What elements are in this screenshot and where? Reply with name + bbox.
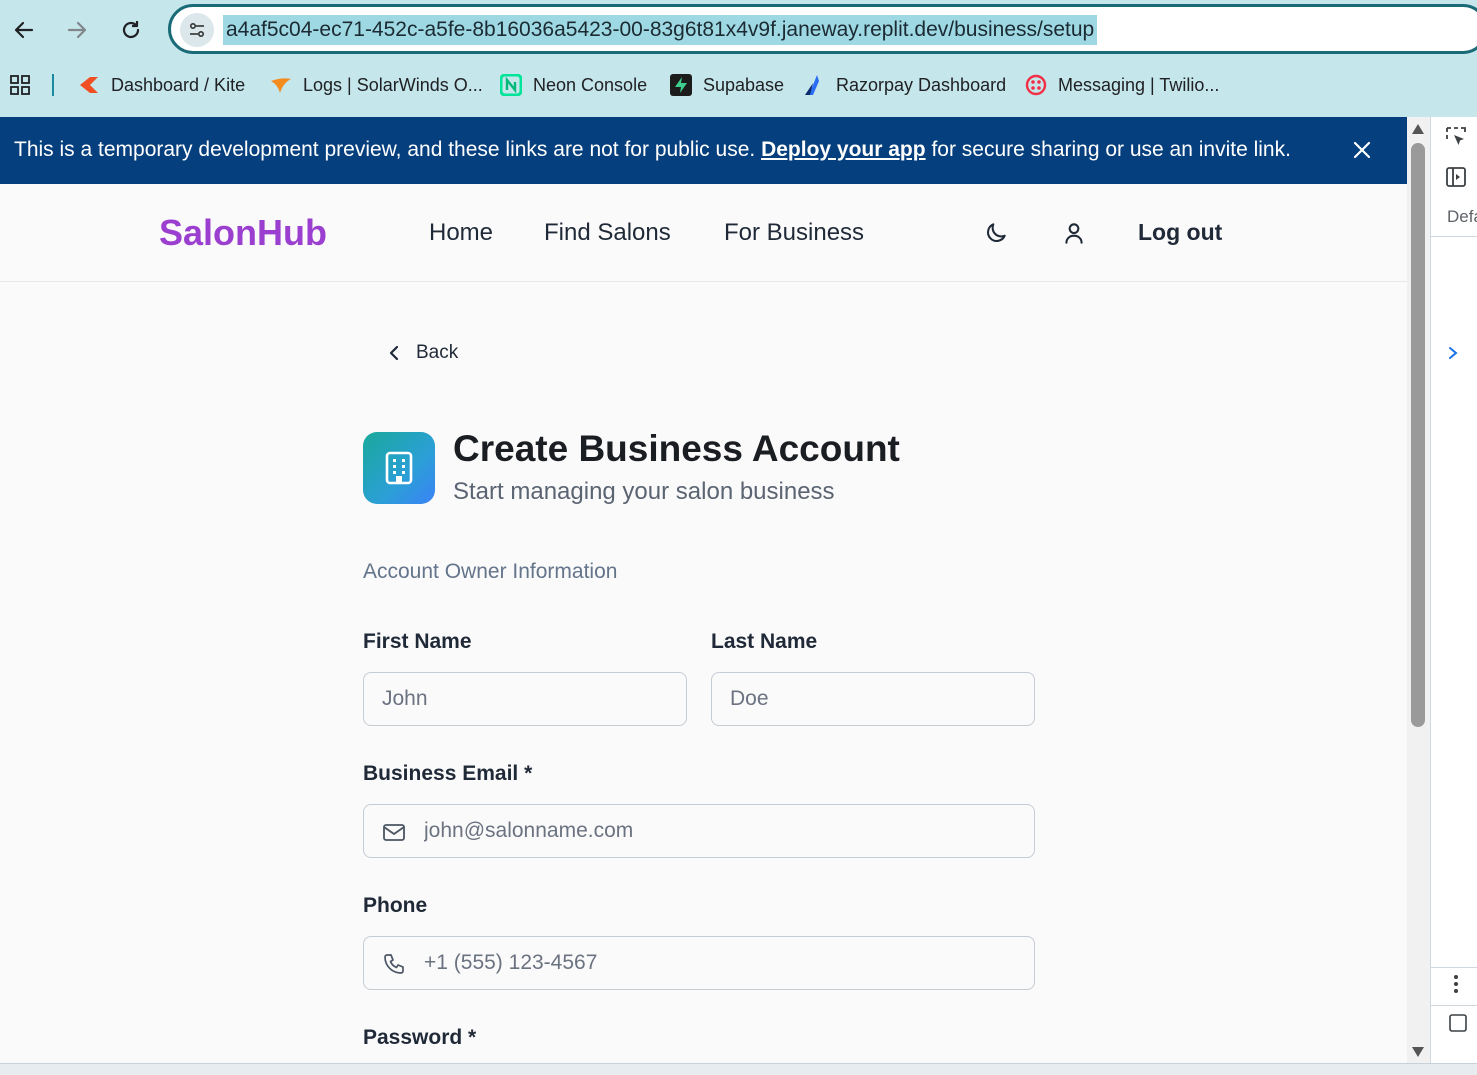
chevron-right-icon[interactable] bbox=[1446, 343, 1470, 367]
devtools-divider bbox=[1431, 236, 1477, 237]
more-options-icon[interactable] bbox=[1444, 972, 1468, 996]
phone-field[interactable] bbox=[363, 936, 1035, 990]
scrollbar-thumb[interactable] bbox=[1411, 143, 1425, 727]
devtools-panel: Defa bbox=[1430, 117, 1477, 1063]
neon-icon bbox=[500, 74, 522, 96]
supabase-icon bbox=[670, 74, 692, 96]
reload-icon[interactable] bbox=[111, 10, 151, 50]
bookmarks-bar: Dashboard / Kite Logs | SolarWinds O... … bbox=[0, 62, 1477, 108]
email-field[interactable] bbox=[363, 804, 1035, 858]
email-input[interactable] bbox=[424, 805, 1024, 857]
scroll-up-arrow-icon[interactable] bbox=[1412, 124, 1424, 134]
site-info-icon[interactable] bbox=[180, 13, 214, 47]
page-scrollbar[interactable] bbox=[1407, 117, 1430, 1063]
apps-grid-icon[interactable] bbox=[9, 72, 31, 98]
section-title: Account Owner Information bbox=[363, 560, 618, 583]
bookmark-kite[interactable]: Dashboard / Kite bbox=[78, 72, 245, 98]
first-name-field[interactable] bbox=[363, 672, 687, 726]
back-arrow-icon[interactable] bbox=[4, 10, 44, 50]
page-subtitle: Start managing your salon business bbox=[453, 478, 835, 505]
kite-icon bbox=[78, 74, 100, 96]
chevron-left-icon bbox=[389, 345, 399, 361]
devtools-divider-bottom bbox=[1431, 1005, 1477, 1006]
mail-icon bbox=[382, 820, 406, 844]
moon-icon[interactable] bbox=[983, 220, 1009, 246]
forward-arrow-icon[interactable] bbox=[57, 10, 97, 50]
first-name-label: First Name bbox=[363, 630, 472, 653]
devtools-divider-lower bbox=[1431, 967, 1477, 968]
bookmark-supabase[interactable]: Supabase bbox=[670, 72, 784, 98]
banner-text: This is a temporary development preview,… bbox=[14, 138, 1291, 161]
url-text[interactable]: a4af5c04-ec71-452c-a5fe-8b16036a5423-00-… bbox=[223, 15, 1098, 45]
bookmark-twilio[interactable]: Messaging | Twilio... bbox=[1025, 72, 1219, 98]
salonhub-logo[interactable]: SalonHub bbox=[159, 212, 327, 254]
nav-home[interactable]: Home bbox=[429, 219, 493, 247]
scroll-down-arrow-icon[interactable] bbox=[1412, 1047, 1424, 1057]
devtools-panel-label: Defa bbox=[1447, 207, 1477, 226]
solarwinds-icon bbox=[270, 74, 292, 96]
phone-input[interactable] bbox=[424, 937, 1024, 989]
bookmarks-separator bbox=[52, 74, 54, 96]
address-bar[interactable]: a4af5c04-ec71-452c-a5fe-8b16036a5423-00-… bbox=[168, 4, 1477, 54]
last-name-field[interactable] bbox=[711, 672, 1035, 726]
bookmark-solarwinds[interactable]: Logs | SolarWinds O... bbox=[270, 72, 483, 98]
bookmark-razorpay[interactable]: Razorpay Dashboard bbox=[803, 72, 1006, 98]
email-label: Business Email * bbox=[363, 762, 533, 785]
nav-find-salons[interactable]: Find Salons bbox=[544, 219, 671, 247]
toggle-panel-icon[interactable] bbox=[1444, 165, 1468, 189]
logout-button[interactable]: Log out bbox=[1138, 219, 1222, 246]
inspect-element-icon[interactable] bbox=[1444, 125, 1468, 149]
page-title: Create Business Account bbox=[453, 428, 900, 469]
phone-icon bbox=[382, 952, 406, 976]
password-label: Password * bbox=[363, 1026, 477, 1049]
back-button[interactable]: Back bbox=[386, 342, 458, 364]
deploy-link[interactable]: Deploy your app bbox=[761, 138, 926, 161]
first-name-input[interactable] bbox=[382, 673, 672, 725]
user-icon[interactable] bbox=[1061, 220, 1087, 246]
nav-for-business[interactable]: For Business bbox=[724, 219, 864, 247]
last-name-input[interactable] bbox=[730, 673, 1020, 725]
taskbar-edge bbox=[0, 1063, 1477, 1075]
checkbox-icon[interactable] bbox=[1448, 1013, 1472, 1037]
close-icon[interactable] bbox=[1350, 138, 1374, 162]
app-header: SalonHub Home Find Salons For Business L… bbox=[0, 184, 1407, 282]
preview-banner: This is a temporary development preview,… bbox=[0, 117, 1407, 184]
twilio-icon bbox=[1025, 74, 1047, 96]
last-name-label: Last Name bbox=[711, 630, 818, 653]
bookmark-neon[interactable]: Neon Console bbox=[500, 72, 647, 98]
phone-label: Phone bbox=[363, 894, 428, 917]
razorpay-icon bbox=[803, 74, 825, 96]
browser-chrome: a4af5c04-ec71-452c-a5fe-8b16036a5423-00-… bbox=[0, 0, 1477, 117]
building-icon bbox=[363, 432, 435, 504]
